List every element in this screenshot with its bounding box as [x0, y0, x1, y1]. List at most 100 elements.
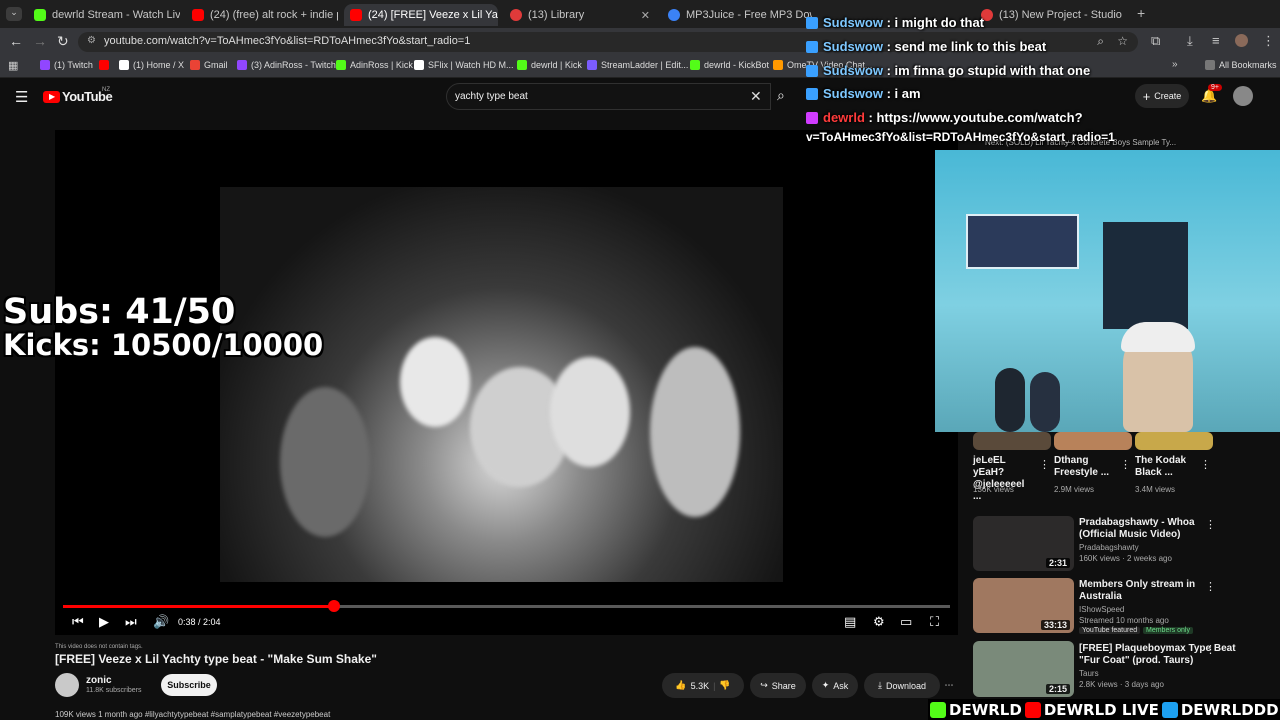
bookmark-star-icon[interactable]: ☆ [1117, 34, 1128, 48]
subscribe-button[interactable]: Subscribe [161, 674, 217, 696]
skateboard [1030, 372, 1060, 432]
more-bookmarks-icon[interactable]: » [1172, 59, 1178, 70]
rec-meta: 2.8K views · 3 days ago [1079, 680, 1164, 689]
fullscreen-icon[interactable]: ⛶ [930, 614, 939, 630]
rec-thumbnail[interactable]: 2:15 [973, 641, 1074, 697]
create-button[interactable]: + Create [1135, 84, 1189, 108]
rec-title[interactable]: Members Only stream in [1079, 579, 1195, 591]
bookmark-item[interactable]: (3) AdinRoss - Twitch [237, 60, 336, 70]
close-tab-icon[interactable]: ✕ [635, 9, 656, 22]
new-tab-icon[interactable]: + [1137, 5, 1145, 21]
previous-icon[interactable]: ⏮ [72, 614, 84, 630]
tab-mp3juice[interactable]: MP3Juice - Free MP3 Download ✕ [662, 4, 812, 26]
back-icon[interactable]: ← [9, 33, 23, 49]
rec-title[interactable]: Australia [1079, 591, 1122, 603]
bookmark-item[interactable]: Gmail [190, 60, 228, 70]
featured-badge: YouTube featured [1079, 627, 1141, 634]
ask-button[interactable]: ✦ Ask [812, 673, 858, 698]
rec-more-icon[interactable]: ⋮ [1200, 458, 1211, 471]
profile-avatar[interactable] [1235, 34, 1248, 47]
rec-thumbnail[interactable] [1135, 432, 1213, 450]
bookmark-item[interactable]: SFlix | Watch HD M... [414, 60, 514, 70]
bookmark-item[interactable]: (1) Twitch [40, 60, 93, 70]
duration-badge: 2:15 [1045, 684, 1070, 694]
bookmark-item[interactable]: (1) Home / X [119, 60, 184, 70]
tab-search-icon[interactable]: ⌄ [6, 7, 22, 21]
browser-menu-icon[interactable]: ⋮ [1262, 33, 1275, 49]
tab-veeze-yachty[interactable]: (24) [FREE] Veeze x Lil Yachty ty ✕ [344, 4, 498, 26]
clear-search-icon[interactable]: ✕ [750, 88, 762, 105]
bookmark-item[interactable]: AdinRoss | Kick [336, 60, 413, 70]
reload-icon[interactable]: ↻ [57, 33, 69, 50]
tab-label: MP3Juice - Free MP3 Download [686, 9, 812, 21]
video-frame[interactable] [220, 187, 783, 582]
kick-logo-icon [930, 701, 946, 718]
rec-more-icon[interactable]: ⋮ [1205, 643, 1216, 656]
settings-gear-icon[interactable]: ⚙ [873, 614, 885, 630]
close-tab-icon[interactable]: ✕ [1122, 9, 1125, 22]
channel-avatar[interactable] [55, 673, 79, 697]
apps-grid-icon[interactable]: ▦ [8, 59, 18, 72]
bookmark-item[interactable] [99, 60, 113, 70]
chat-link-continuation: v=ToAHmec3fYo&list=RDToAHmec3fYo&start_r… [806, 130, 1115, 144]
bookmark-item[interactable]: StreamLadder | Edit... [587, 60, 688, 70]
channel-name[interactable]: zonic [86, 675, 112, 686]
rec-thumbnail[interactable]: 33:13 [973, 578, 1074, 633]
bookmark-item[interactable]: dewrld | Kick [517, 60, 582, 70]
rec-more-icon[interactable]: ⋮ [1205, 518, 1216, 531]
theater-mode-icon[interactable]: ▭ [900, 614, 912, 630]
download-icon: ⤓ [877, 680, 882, 690]
more-actions-icon[interactable]: ⋯ [940, 673, 958, 698]
download-button[interactable]: ⤓ Download [864, 673, 940, 698]
account-avatar[interactable] [1233, 86, 1253, 106]
forward-icon[interactable]: → [33, 33, 47, 49]
video-meta-description[interactable]: 109K views 1 month ago #lilyachtytypebea… [55, 710, 695, 720]
play-icon[interactable]: ▶ [99, 614, 109, 630]
rec-thumbnail[interactable]: 2:31 [973, 516, 1074, 571]
rec-thumbnail[interactable] [1054, 432, 1132, 450]
twitter-logo-icon [1161, 701, 1178, 718]
tab-library[interactable]: (13) Library ✕ [504, 4, 656, 26]
rec-thumbnail[interactable] [973, 432, 1051, 450]
rec-more-icon[interactable]: ⋮ [1039, 458, 1050, 471]
wall-poster [966, 214, 1079, 269]
rec-title[interactable]: (Official Music Video) [1079, 529, 1181, 541]
tab-alt-rock[interactable]: (24) (free) alt rock + indie pop ✕ [186, 4, 338, 26]
menu-list-icon[interactable]: ≡ [1212, 33, 1220, 48]
webcam-overlay [935, 150, 1280, 432]
members-only-badge: Members only [1143, 627, 1193, 634]
subtitles-icon[interactable]: ▤ [844, 614, 856, 630]
duration-badge: 2:31 [1045, 558, 1070, 568]
tab-new-project[interactable]: (13) New Project - Studio ✕ [975, 4, 1125, 26]
rec-title[interactable]: Pradabagshawty - Whoa [1079, 517, 1195, 529]
like-dislike-group: 👍 5.3K | 👎 [662, 673, 744, 698]
like-button[interactable]: 👍 5.3K [675, 680, 709, 691]
next-icon[interactable]: ⏭ [125, 614, 137, 630]
rec-short-title[interactable]: The Kodak Black ... [1135, 455, 1197, 479]
stream-branding: DEWRLD DEWRLD LIVE DEWRLDDD [928, 699, 1280, 720]
volume-icon[interactable]: 🔊 [153, 614, 169, 630]
rec-more-icon[interactable]: ⋮ [1120, 458, 1131, 471]
thumbs-up-icon: 👍 [675, 680, 687, 690]
download-icon[interactable]: ⤓ [1187, 33, 1193, 49]
share-button[interactable]: ↪ Share [750, 673, 806, 698]
dislike-button[interactable]: 👎 [719, 680, 730, 691]
rec-title[interactable]: "Fur Coat" (prod. Taurs) [1079, 655, 1193, 667]
notification-badge: 9+ [1208, 84, 1222, 91]
video-progress-bar[interactable] [63, 600, 950, 612]
skateboard [995, 368, 1025, 432]
rec-short-title[interactable]: Dthang Freestyle ... [1054, 455, 1116, 479]
studio-icon [510, 9, 522, 21]
rec-more-icon[interactable]: ⋮ [1205, 580, 1216, 593]
extensions-icon[interactable]: ⧉ [1151, 33, 1160, 49]
tab-dewrld-stream[interactable]: dewrld Stream - Watch Live on ✕ [28, 4, 180, 26]
search-icon[interactable]: ⌕ [777, 87, 785, 104]
search-input[interactable]: yachty type beat ✕ [446, 83, 771, 110]
kicks-counter: Kicks: 10500/10000 [3, 328, 324, 362]
youtube-logo-icon[interactable]: ▶ [43, 91, 60, 103]
all-bookmarks[interactable]: All Bookmarks [1205, 60, 1277, 70]
site-info-icon[interactable]: ⚙ [87, 35, 96, 46]
bookmark-item[interactable]: dewrld - KickBot [690, 60, 769, 70]
hamburger-menu-icon[interactable]: ☰ [15, 88, 28, 106]
zoom-icon[interactable]: ⌕ [1097, 34, 1104, 49]
